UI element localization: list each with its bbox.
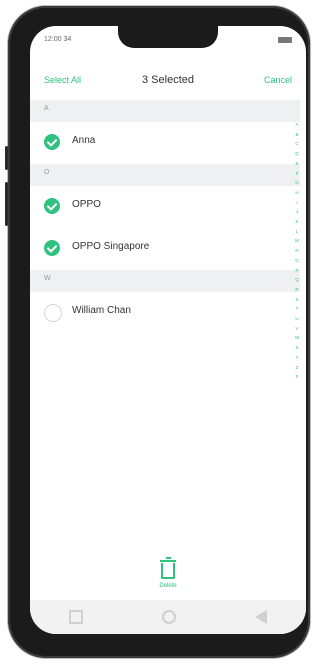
- index-letter[interactable]: K: [295, 217, 298, 227]
- battery-icon: [278, 37, 292, 43]
- delete-action[interactable]: Delete: [30, 552, 306, 600]
- index-letter[interactable]: Q: [295, 275, 299, 285]
- index-letter[interactable]: N: [295, 246, 298, 256]
- index-letter[interactable]: H: [295, 188, 298, 198]
- index-letter[interactable]: W: [295, 333, 299, 343]
- volume-button: [5, 146, 8, 170]
- phone-chin: [40, 648, 270, 654]
- alphabet-index[interactable]: A B C D E F G H I J K L M N O P Q R S T …: [292, 120, 302, 382]
- index-letter[interactable]: X: [295, 343, 298, 353]
- index-letter[interactable]: V: [295, 324, 298, 334]
- unchecked-icon[interactable]: [44, 304, 62, 322]
- cancel-button[interactable]: Cancel: [264, 75, 292, 85]
- contact-name: OPPO: [72, 199, 101, 210]
- system-nav-bar: [30, 600, 306, 634]
- section-header-a: A: [30, 100, 300, 122]
- header: Select All 3 Selected Cancel: [30, 72, 306, 92]
- index-letter[interactable]: C: [295, 139, 298, 149]
- index-letter[interactable]: L: [296, 227, 299, 237]
- back-icon[interactable]: [254, 610, 267, 624]
- index-letter[interactable]: F: [296, 169, 299, 179]
- list-item[interactable]: OPPO: [30, 186, 300, 226]
- trash-icon[interactable]: [160, 557, 176, 579]
- list-item[interactable]: William Chan: [30, 292, 300, 332]
- index-letter[interactable]: O: [295, 256, 299, 266]
- section-header-w: W: [30, 270, 300, 292]
- index-letter[interactable]: M: [295, 236, 299, 246]
- recent-apps-icon[interactable]: [69, 610, 84, 624]
- index-letter[interactable]: S: [295, 295, 298, 305]
- checked-icon[interactable]: [44, 240, 60, 256]
- index-letter[interactable]: #: [296, 372, 299, 382]
- home-icon[interactable]: [161, 610, 176, 624]
- contact-name: William Chan: [72, 305, 131, 316]
- list-item[interactable]: Anna: [30, 122, 300, 162]
- index-letter[interactable]: P: [295, 266, 298, 276]
- index-letter[interactable]: D: [295, 149, 298, 159]
- index-letter[interactable]: A: [295, 120, 298, 130]
- list-item[interactable]: OPPO Singapore: [30, 228, 300, 268]
- contact-name: Anna: [72, 135, 96, 146]
- index-letter[interactable]: T: [296, 304, 299, 314]
- delete-label: Delete: [159, 583, 177, 589]
- volume-button: [5, 182, 8, 226]
- index-letter[interactable]: I: [296, 198, 297, 208]
- status-time: 12:00 34: [44, 36, 72, 43]
- index-letter[interactable]: J: [296, 207, 298, 217]
- index-letter[interactable]: Z: [296, 363, 299, 373]
- phone-frame: 12:00 34 Select All 3 Selected Cancel A …: [5, 6, 310, 658]
- checked-icon[interactable]: [44, 198, 60, 214]
- index-letter[interactable]: B: [295, 130, 298, 140]
- index-letter[interactable]: E: [295, 159, 298, 169]
- index-letter[interactable]: G: [295, 178, 299, 188]
- contact-name: OPPO Singapore: [72, 241, 150, 252]
- index-letter[interactable]: R: [295, 285, 298, 295]
- screen: 12:00 34 Select All 3 Selected Cancel A …: [30, 26, 306, 634]
- index-letter[interactable]: U: [295, 314, 298, 324]
- section-header-o: O: [30, 164, 300, 186]
- checked-icon[interactable]: [44, 134, 60, 150]
- index-letter[interactable]: Y: [295, 353, 298, 363]
- notch: [118, 26, 218, 48]
